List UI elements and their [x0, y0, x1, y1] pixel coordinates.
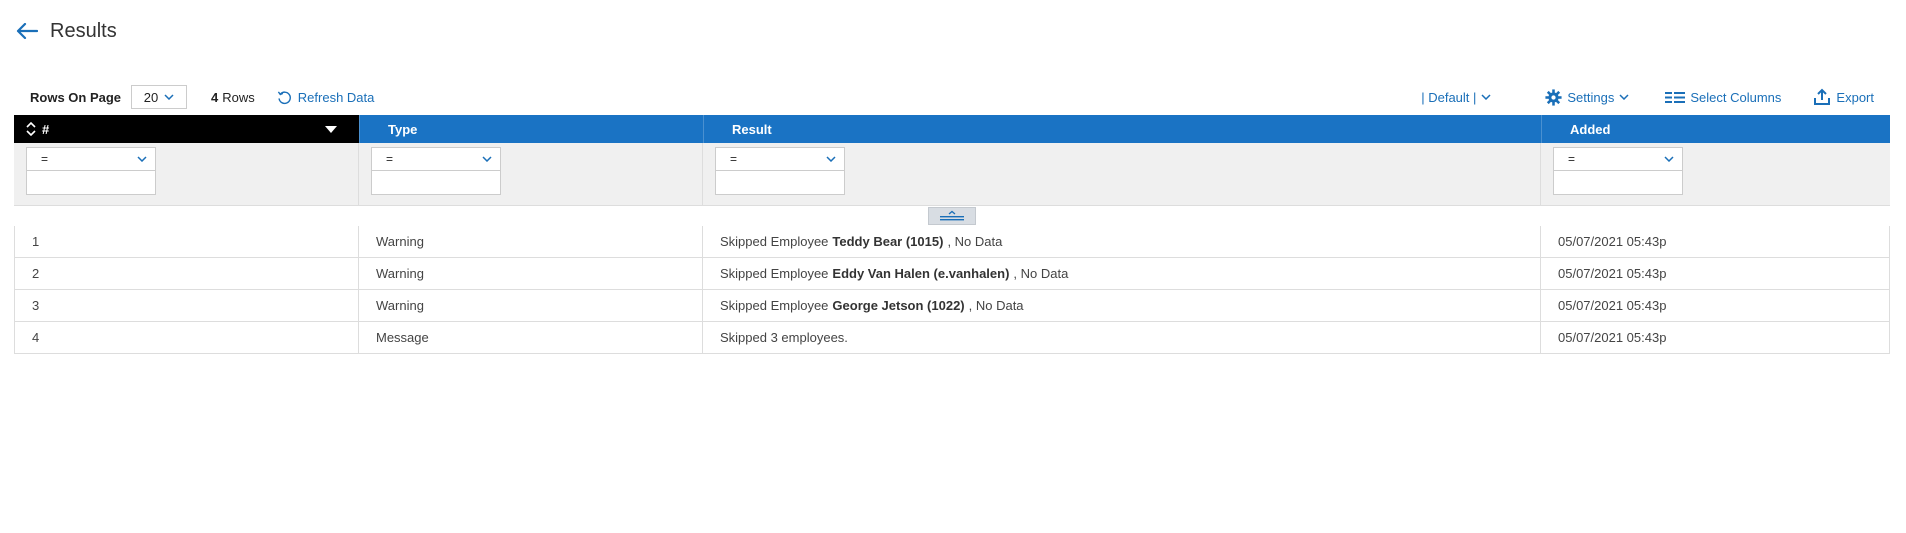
cell-result: Skipped Employee George Jetson (1022), No…: [703, 290, 1541, 321]
columns-icon: [1665, 91, 1686, 103]
result-suffix: , No Data: [968, 298, 1024, 313]
cell-type: Warning: [359, 226, 703, 257]
filter-operator-select[interactable]: =: [371, 147, 501, 171]
view-selector-label: | Default |: [1421, 89, 1477, 105]
column-header-label: Added: [1570, 121, 1611, 137]
refresh-data-button[interactable]: Refresh Data: [277, 89, 375, 105]
chevron-down-icon: [1664, 156, 1674, 162]
filter-cell-result: =: [703, 143, 1541, 205]
view-selector[interactable]: | Default |: [1421, 90, 1491, 105]
table-row[interactable]: 1 Warning Skipped Employee Teddy Bear (10…: [14, 226, 1890, 258]
filter-cell-type: =: [359, 143, 703, 205]
result-prefix: Skipped Employee: [720, 234, 829, 249]
chevron-down-icon: [1619, 94, 1629, 100]
result-prefix: Skipped Employee: [720, 298, 829, 313]
cell-added: 05/07/2021 05:43p: [1541, 258, 1890, 289]
cell-added: 05/07/2021 05:43p: [1541, 322, 1890, 353]
rows-on-page-select[interactable]: 20: [131, 85, 188, 109]
cell-type: Message: [359, 322, 703, 353]
result-prefix: Skipped Employee: [720, 266, 829, 281]
chevron-down-icon: [826, 156, 836, 162]
result-employee: George Jetson (1022): [832, 298, 965, 313]
cell-result: Skipped 3 employees.: [703, 322, 1541, 353]
column-header-label: Type: [388, 121, 418, 137]
chevron-down-icon: [482, 156, 492, 162]
refresh-data-label: Refresh Data: [297, 89, 375, 105]
table-row[interactable]: 3 Warning Skipped Employee George Jetson …: [14, 290, 1890, 322]
filter-value-input[interactable]: [1553, 171, 1683, 195]
result-employee: Eddy Van Halen (e.vanhalen): [832, 266, 1010, 281]
filter-cell-added: =: [1541, 143, 1890, 205]
result-prefix: Skipped 3 employees.: [720, 330, 848, 345]
cell-type: Warning: [359, 258, 703, 289]
column-menu-icon[interactable]: [325, 126, 337, 133]
settings-button[interactable]: Settings: [1545, 88, 1629, 106]
column-header-added[interactable]: Added: [1541, 115, 1890, 143]
cell-num: 2: [14, 258, 359, 289]
cell-result: Skipped Employee Teddy Bear (1015), No Da…: [703, 226, 1541, 257]
title-bar: Results: [14, 18, 117, 44]
filter-cell-num: =: [14, 143, 359, 205]
filter-value-input[interactable]: [26, 171, 156, 195]
column-header-type[interactable]: Type: [359, 115, 703, 143]
grid-header: # Type Result Added: [14, 115, 1890, 143]
results-grid: # Type Result Added = = = = 1 Warning Sk…: [14, 115, 1890, 354]
export-icon: [1814, 88, 1831, 105]
cell-num: 4: [14, 322, 359, 353]
rows-on-page-label: Rows On Page: [30, 89, 122, 105]
column-header-result[interactable]: Result: [703, 115, 1541, 143]
row-count-value: 4: [211, 89, 219, 105]
grid-body: 1 Warning Skipped Employee Teddy Bear (10…: [14, 226, 1890, 354]
cell-result: Skipped Employee Eddy Van Halen (e.vanhal…: [703, 258, 1541, 289]
filter-value-input[interactable]: [715, 171, 845, 195]
rows-on-page-value: 20: [143, 89, 159, 105]
column-header-num[interactable]: #: [14, 115, 359, 143]
export-button[interactable]: Export: [1813, 88, 1874, 106]
column-header-label: #: [42, 121, 50, 137]
grid-toolbar: Rows On Page 20 4 Rows Refresh Data | Def…: [14, 84, 1890, 110]
row-count: 4 Rows: [211, 90, 255, 105]
filter-operator-value: =: [1568, 152, 1576, 166]
filter-operator-value: =: [41, 152, 49, 166]
filter-operator-value: =: [386, 152, 394, 166]
cell-added: 05/07/2021 05:43p: [1541, 226, 1890, 257]
collapse-icon: [940, 210, 964, 221]
row-count-label: Rows: [222, 89, 255, 105]
filter-row: = = = =: [14, 143, 1890, 206]
gear-icon: [1545, 88, 1562, 106]
export-label: Export: [1836, 89, 1874, 105]
chevron-down-icon: [164, 94, 174, 100]
cell-added: 05/07/2021 05:43p: [1541, 290, 1890, 321]
result-employee: Teddy Bear (1015): [832, 234, 944, 249]
cell-num: 3: [14, 290, 359, 321]
result-suffix: , No Data: [947, 234, 1003, 249]
chevron-down-icon: [1481, 94, 1491, 100]
settings-label: Settings: [1567, 89, 1615, 105]
filter-value-input[interactable]: [371, 171, 501, 195]
page-title: Results: [50, 19, 117, 42]
select-columns-button[interactable]: Select Columns: [1665, 90, 1781, 105]
column-header-label: Result: [732, 121, 772, 137]
filter-operator-value: =: [730, 152, 738, 166]
cell-type: Warning: [359, 290, 703, 321]
table-row[interactable]: 2 Warning Skipped Employee Eddy Van Halen…: [14, 258, 1890, 290]
sort-icon[interactable]: [26, 122, 36, 136]
filter-operator-select[interactable]: =: [26, 147, 156, 171]
cell-num: 1: [14, 226, 359, 257]
select-columns-label: Select Columns: [1690, 89, 1782, 105]
table-row[interactable]: 4 Message Skipped 3 employees. 05/07/202…: [14, 322, 1890, 354]
result-suffix: , No Data: [1013, 266, 1069, 281]
filter-operator-select[interactable]: =: [715, 147, 845, 171]
refresh-icon: [277, 90, 291, 104]
filter-operator-select[interactable]: =: [1553, 147, 1683, 171]
back-arrow-icon[interactable]: [14, 18, 40, 44]
chevron-down-icon: [137, 156, 147, 162]
collapse-filters-handle[interactable]: [928, 207, 976, 225]
